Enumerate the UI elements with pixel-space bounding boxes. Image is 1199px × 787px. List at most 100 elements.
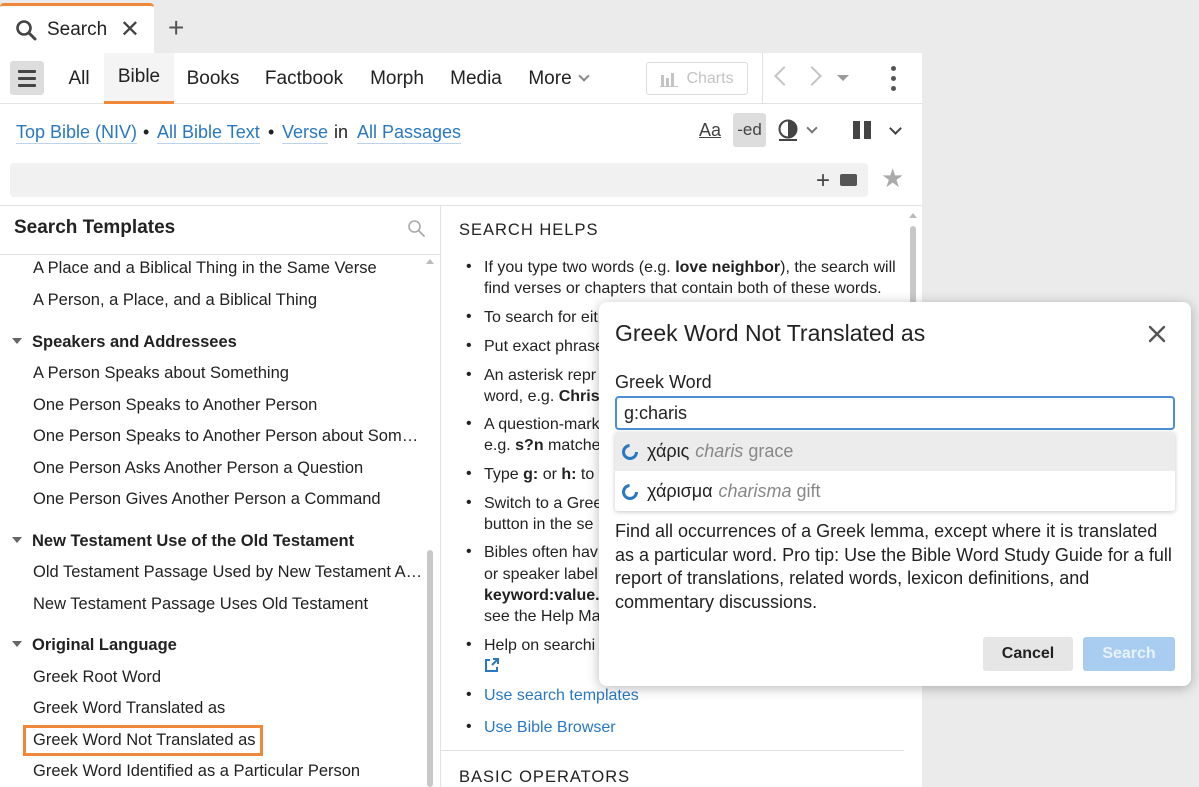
- help-bold: g:: [523, 466, 539, 483]
- help-text: If you type two words (e.g.: [484, 259, 676, 276]
- help-line: If you type two words (e.g. love neighbo…: [484, 257, 896, 278]
- help-line: see the Help Ma: [484, 608, 601, 625]
- template-item[interactable]: Old Testament Passage Used by New Testam…: [33, 563, 422, 582]
- tab-bible[interactable]: Bible: [104, 53, 174, 104]
- help-line: Help on searchi: [484, 637, 596, 654]
- template-item[interactable]: One Person Asks Another Person a Questio…: [33, 459, 363, 478]
- template-item[interactable]: Greek Word Translated as: [33, 699, 225, 718]
- template-item[interactable]: A Person Speaks about Something: [33, 364, 289, 383]
- layout-columns-icon[interactable]: [853, 121, 871, 139]
- collapse-triangle-icon: [12, 640, 22, 647]
- all-bible-text-link[interactable]: All Bible Text: [157, 121, 260, 144]
- help-line: keyword:value.: [484, 585, 600, 606]
- template-item[interactable]: Greek Root Word: [33, 668, 161, 687]
- external-link-icon[interactable]: [484, 657, 500, 673]
- use-search-templates-link[interactable]: Use search templates: [484, 685, 639, 706]
- add-icon[interactable]: +: [816, 169, 830, 193]
- collapse-triangle-icon: [12, 337, 22, 344]
- in-label: in: [334, 122, 349, 142]
- bullet: •: [466, 308, 472, 325]
- suggestion-greek: χάρισμα: [647, 481, 713, 501]
- template-dialog: Greek Word Not Translated as Greek Word …: [599, 302, 1191, 686]
- bullet: •: [466, 415, 472, 432]
- suggestion-gloss: grace: [748, 441, 794, 461]
- template-group-label: New Testament Use of the Old Testament: [32, 532, 355, 550]
- back-arrow-icon[interactable]: [774, 66, 794, 86]
- more-options-icon[interactable]: [891, 66, 896, 91]
- tab-books[interactable]: Books: [178, 53, 248, 104]
- bullet: •: [466, 686, 472, 703]
- template-group[interactable]: Speakers and Addressees: [12, 333, 237, 352]
- scroll-up-icon[interactable]: [426, 259, 434, 264]
- scroll-up-icon[interactable]: [909, 213, 917, 218]
- tab-more[interactable]: More: [520, 53, 596, 104]
- color-scheme-icon[interactable]: [777, 119, 799, 141]
- help-text: e.g.: [484, 437, 516, 454]
- help-text: or: [538, 466, 562, 483]
- top-bible-link[interactable]: Top Bible (NIV): [16, 121, 138, 144]
- greek-word-input[interactable]: [615, 396, 1175, 430]
- template-item[interactable]: New Testament Passage Uses Old Testament: [33, 595, 368, 614]
- search-icon[interactable]: [407, 219, 425, 237]
- tab-morph[interactable]: Morph: [362, 53, 432, 104]
- tab-label: Search: [47, 18, 108, 40]
- template-item[interactable]: A Person, a Place, and a Biblical Thing: [33, 291, 317, 310]
- close-icon[interactable]: [1147, 324, 1167, 344]
- keyboard-icon[interactable]: [840, 174, 857, 186]
- font-size-icon[interactable]: Aa: [699, 120, 721, 141]
- search-icon: [16, 19, 37, 40]
- use-bible-browser-link[interactable]: Use Bible Browser: [484, 717, 616, 738]
- separator: •: [143, 122, 150, 142]
- help-line: Put exact phrase: [484, 338, 605, 355]
- template-group[interactable]: New Testament Use of the Old Testament: [12, 532, 354, 551]
- template-group-label: Speakers and Addressees: [32, 333, 237, 351]
- inflections-toggle[interactable]: -ed: [733, 113, 766, 147]
- help-bold: s?n: [515, 437, 544, 454]
- tab-search[interactable]: Search ✕: [0, 3, 154, 53]
- suggestion-item[interactable]: χάρισμα charisma gift: [615, 472, 1175, 511]
- cancel-button[interactable]: Cancel: [983, 637, 1073, 671]
- forward-arrow-icon[interactable]: [802, 66, 822, 86]
- dialog-title: Greek Word Not Translated as: [615, 320, 926, 346]
- suggestion-item[interactable]: χάρις charis grace: [615, 432, 1175, 471]
- tab-all[interactable]: All: [57, 53, 101, 104]
- template-item[interactable]: Greek Word Identified as a Particular Pe…: [33, 762, 360, 781]
- suggestion-gloss: gift: [796, 481, 821, 501]
- star-icon[interactable]: ★: [881, 165, 904, 191]
- charts-button[interactable]: Charts: [646, 62, 748, 95]
- all-passages-link[interactable]: All Passages: [357, 121, 462, 144]
- template-item[interactable]: One Person Gives Another Person a Comman…: [33, 490, 381, 509]
- help-bold: Christ: [558, 388, 605, 405]
- template-item[interactable]: One Person Speaks to Another Person: [33, 396, 317, 415]
- bullet: •: [466, 258, 472, 275]
- help-text: word, e.g.: [484, 388, 559, 405]
- tab-strip: Search ✕ +: [0, 0, 1199, 53]
- verse-link[interactable]: Verse: [282, 121, 329, 144]
- help-line: or speaker label: [484, 566, 598, 583]
- help-text: ), the search will: [780, 259, 896, 276]
- collapse-triangle-icon: [12, 536, 22, 543]
- template-group[interactable]: Original Language: [12, 636, 177, 655]
- divider: [0, 254, 440, 255]
- menu-icon[interactable]: [10, 61, 44, 95]
- template-item[interactable]: One Person Speaks to Another Person abou…: [33, 427, 418, 446]
- scrollbar[interactable]: [427, 550, 433, 787]
- suggestion-dropdown: χάρις charis grace χάρισμα charisma gift: [615, 432, 1175, 511]
- lemma-icon: [622, 483, 638, 500]
- tab-factbook[interactable]: Factbook: [256, 53, 352, 104]
- tab-media[interactable]: Media: [442, 53, 510, 104]
- add-tab-icon[interactable]: +: [168, 14, 184, 42]
- history-dropdown-icon[interactable]: [837, 75, 849, 81]
- suggestion-translit: charisma: [718, 481, 792, 501]
- help-bold: keyword:value.: [484, 587, 600, 604]
- search-helps-header: SEARCH HELPS: [459, 221, 599, 239]
- chevron-down-icon: [577, 70, 590, 82]
- templates-header: Search Templates: [14, 217, 176, 238]
- close-icon[interactable]: ✕: [120, 17, 140, 42]
- template-item[interactable]: A Place and a Biblical Thing in the Same…: [33, 259, 377, 278]
- template-item-selected[interactable]: Greek Word Not Translated as: [33, 731, 256, 750]
- search-button[interactable]: Search: [1083, 637, 1175, 671]
- basic-operators-header: BASIC OPERATORS: [459, 768, 631, 786]
- help-line: button in the se: [484, 516, 594, 533]
- search-input[interactable]: [18, 163, 798, 197]
